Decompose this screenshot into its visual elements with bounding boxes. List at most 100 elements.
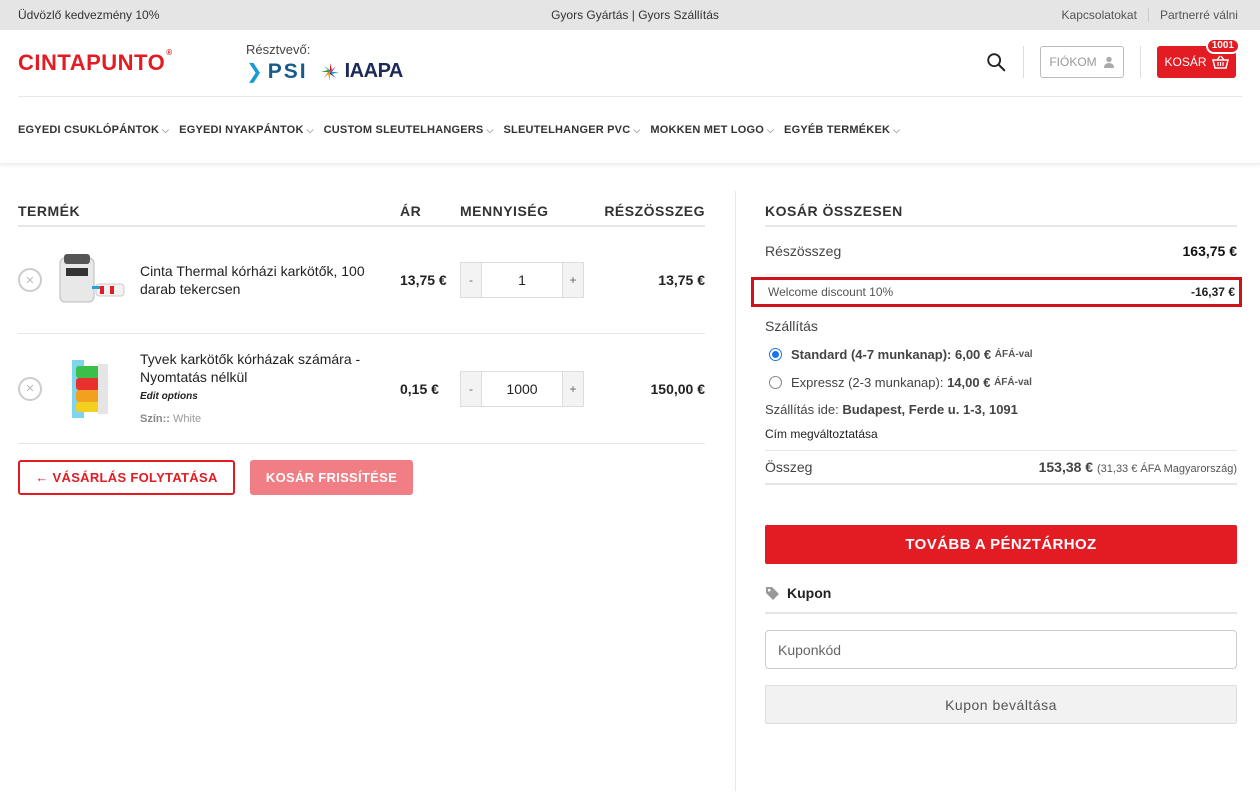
decrement-button[interactable]: -: [460, 370, 482, 407]
coupon-title: Kupon: [787, 585, 832, 601]
chevron-down-icon: ⌵: [306, 124, 314, 135]
registered-mark: ®: [166, 48, 173, 57]
update-cart-button[interactable]: KOSÁR FRISSÍTÉSE: [250, 460, 413, 495]
nav-item-other-products[interactable]: EGYÉB TERMÉKEK ⌵: [784, 124, 900, 136]
account-label: FIÓKOM: [1049, 55, 1097, 69]
shipping-promo-text: Gyors Gyártás | Gyors Szállítás: [551, 8, 719, 22]
thermal-printer-icon: [59, 254, 125, 303]
express-option-label: Expressz (2-3 munkanap):: [791, 375, 944, 390]
iaapa-text: IAAPA: [344, 60, 404, 82]
nav-label: EGYEDI NYAKPÁNTOK: [179, 124, 304, 136]
vat-note: ÁFÁ-val: [994, 349, 1033, 360]
nav-item-custom-keychains[interactable]: CUSTOM SLEUTELHANGERS ⌵: [324, 124, 494, 136]
shipping-option-express[interactable]: Expressz (2-3 munkanap): 14,00 € ÁFÁ-val: [765, 375, 1237, 390]
line-subtotal: 150,00 €: [650, 380, 706, 397]
psi-text: PSI: [267, 59, 308, 83]
nav-label: CUSTOM SLEUTELHANGERS: [323, 124, 484, 136]
nav-item-custom-wristbands[interactable]: EGYEDI CSUKLÓPÁNTOK ⌵: [18, 124, 169, 136]
top-links: Kapcsolatokat Partnerré válni: [1051, 8, 1242, 22]
psi-logo: ❯ PSI: [246, 59, 308, 84]
chevron-down-icon: ⌵: [162, 124, 170, 135]
chevron-down-icon: ⌵: [893, 124, 901, 135]
main-nav: EGYEDI CSUKLÓPÁNTOK ⌵ EGYEDI NYAKPÁNTOK ⌵ …: [0, 97, 1260, 164]
product-price: 13,75 €: [400, 272, 447, 288]
subtotal-label: Részösszeg: [765, 242, 842, 259]
chevron-down-icon: ⌵: [633, 124, 641, 135]
cart-table: TERMÉK ÁR MENNYISÉG RÉSZÖSSZEG ✕ Cinta T…: [18, 197, 705, 791]
product-price: 0,15 €: [400, 380, 439, 397]
ship-to-label: Szállítás ide:: [765, 402, 839, 417]
psi-chevron-icon: ❯: [246, 61, 265, 83]
quantity-stepper: - 1000 +: [460, 370, 600, 407]
cart-page: TERMÉK ÁR MENNYISÉG RÉSZÖSSZEG ✕ Cinta T…: [0, 191, 1260, 791]
color-value: White: [173, 412, 202, 425]
nav-item-pvc-keychains[interactable]: SLEUTELHANGER PVC ⌵: [504, 124, 641, 136]
site-logo[interactable]: CINTAPUNTO ®: [18, 48, 246, 76]
divider: [1023, 46, 1024, 78]
tag-icon: [766, 586, 779, 600]
quantity-input[interactable]: 1: [482, 262, 562, 298]
proceed-to-checkout-button[interactable]: TOVÁBB A PÉNZTÁRHOZ: [765, 525, 1237, 564]
nav-item-mugs[interactable]: MOKKEN MET LOGO ⌵: [650, 124, 774, 136]
total-value: 153,38 €: [1038, 459, 1094, 475]
top-bar: Üdvözlő kedvezmény 10% Gyors Gyártás | G…: [0, 0, 1260, 30]
welcome-discount-text: Üdvözlő kedvezmény 10%: [18, 8, 160, 22]
coupon-code-input[interactable]: Kuponkód: [765, 630, 1237, 669]
remove-item-button[interactable]: ✕: [18, 376, 42, 401]
header-actions: FIÓKOM KOSÁR 1001: [985, 38, 1240, 78]
total-amount: 153,38 € (31,33 € ÁFA Magyarország): [1039, 459, 1237, 475]
ship-to-address: Budapest, Ferde u. 1-3, 1091: [842, 402, 1018, 417]
change-address-link[interactable]: Cím megváltoztatása: [765, 427, 1237, 451]
header-product: TERMÉK: [18, 203, 81, 219]
cart-totals-title: KOSÁR ÖSSZESEN: [765, 197, 1237, 227]
shipping-option-standard[interactable]: Standard (4-7 munkanap): 6,00 € ÁFÁ-val: [765, 347, 1237, 362]
shipping-destination: Szállítás ide: Budapest, Ferde u. 1-3, 1…: [765, 402, 1237, 417]
increment-button[interactable]: +: [562, 262, 584, 298]
user-icon: [1103, 56, 1114, 68]
cart-count-badge: 1001: [1205, 38, 1240, 54]
cart-totals: KOSÁR ÖSSZESEN Részösszeg 163,75 € Welco…: [751, 197, 1242, 791]
radio-unselected[interactable]: [769, 376, 782, 389]
vat-note: ÁFÁ-val: [994, 377, 1032, 388]
apply-coupon-button[interactable]: Kupon beváltása: [765, 685, 1237, 724]
cart-button[interactable]: KOSÁR 1001: [1157, 38, 1240, 78]
radio-selected[interactable]: [769, 348, 782, 361]
nav-item-custom-lanyards[interactable]: EGYEDI NYAKPÁNTOK ⌵: [179, 124, 313, 136]
cart-actions: ← VÁSÁRLÁS FOLYTATÁSA KOSÁR FRISSÍTÉSE: [18, 460, 705, 495]
cart-table-header: TERMÉK ÁR MENNYISÉG RÉSZÖSSZEG: [18, 197, 705, 227]
remove-item-button[interactable]: ✕: [18, 268, 42, 292]
decrement-button[interactable]: -: [460, 262, 482, 298]
partners-label: Résztvevő:: [246, 42, 311, 57]
product-thumbnail[interactable]: [52, 354, 132, 424]
standard-option-price: 6,00 €: [954, 347, 992, 362]
header-quantity: MENNYISÉG: [460, 203, 549, 219]
discount-label: Welcome discount 10%: [768, 285, 894, 299]
account-button[interactable]: FIÓKOM: [1040, 46, 1124, 78]
increment-button[interactable]: +: [562, 370, 584, 407]
product-thumbnail[interactable]: [52, 245, 132, 315]
header-price: ÁR: [400, 203, 422, 219]
line-subtotal: 13,75 €: [658, 272, 705, 288]
product-name[interactable]: Cinta Thermal kórházi karkötők, 100 dara…: [140, 262, 400, 298]
coupon-heading: Kupon: [765, 585, 1237, 614]
quantity-input[interactable]: 1000: [482, 370, 562, 407]
subtotal-value: 163,75 €: [1182, 242, 1238, 259]
continue-shopping-button[interactable]: ← VÁSÁRLÁS FOLYTATÁSA: [18, 460, 235, 495]
shipping-label: Szállítás: [765, 318, 818, 334]
search-icon[interactable]: [985, 51, 1007, 73]
express-option-price: 14,00 €: [947, 375, 991, 390]
partners-block: Résztvevő: ❯ PSI IAAPA: [246, 42, 403, 84]
cart-item: ✕ Cinta Thermal kórházi karkötők, 100 da…: [18, 227, 705, 334]
cart-item: ✕ Tyvek karkötők kórházak számára - Nyom…: [18, 334, 705, 444]
color-label-colon: :: [166, 412, 170, 425]
partner-link[interactable]: Partnerré válni: [1147, 8, 1242, 22]
color-label: Szín:: [140, 412, 167, 425]
iaapa-star-icon: [320, 62, 339, 81]
product-name[interactable]: Tyvek karkötők kórházak számára - Nyomta…: [140, 350, 400, 386]
standard-option-label: Standard (4-7 munkanap):: [791, 347, 952, 362]
product-color: Szín:: White: [140, 410, 400, 428]
edit-options-link[interactable]: Edit options: [140, 388, 400, 406]
contact-link[interactable]: Kapcsolatokat: [1051, 8, 1148, 22]
chevron-down-icon: ⌵: [486, 124, 494, 135]
basket-icon: [1211, 55, 1229, 69]
